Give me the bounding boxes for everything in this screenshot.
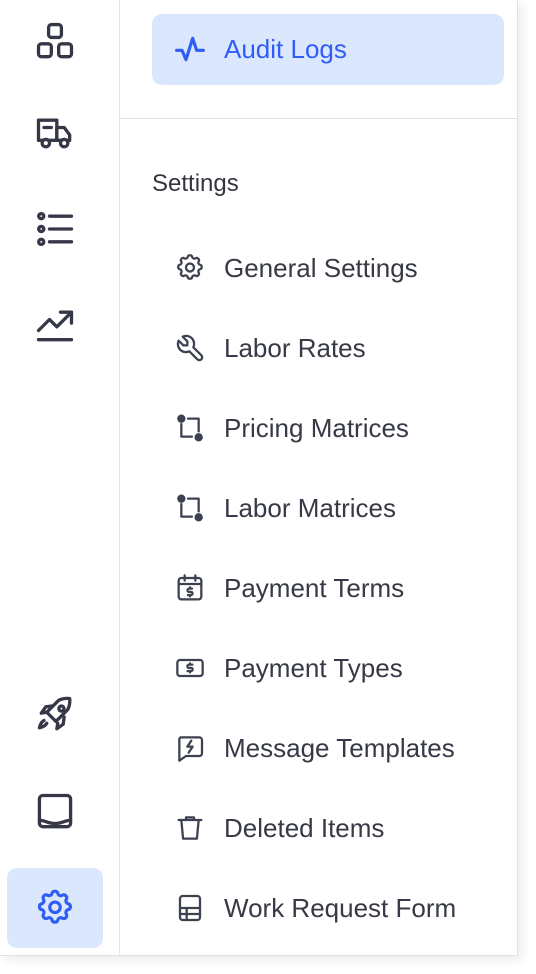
rail-apps-button[interactable] xyxy=(7,2,103,82)
apps-icon xyxy=(36,22,74,59)
nav-item-labor-matrices[interactable]: Labor Matrices xyxy=(160,480,500,536)
nav-item-label: Work Request Form xyxy=(224,893,457,923)
gear-icon xyxy=(174,252,206,284)
icon-rail xyxy=(0,0,120,955)
nav-item-payment-types[interactable]: Payment Types xyxy=(160,640,500,696)
nav-item-payment-terms[interactable]: Payment Terms xyxy=(160,560,500,616)
trending-up-icon xyxy=(36,310,74,342)
audit-logs-label: Audit Logs xyxy=(224,34,347,64)
trash-icon xyxy=(174,812,206,844)
cash-icon xyxy=(174,652,206,684)
nav-item-audit-logs[interactable]: Audit Logs xyxy=(152,14,504,85)
nav-item-labor-rates[interactable]: Labor Rates xyxy=(160,320,500,376)
form-icon xyxy=(174,892,206,924)
message-bolt-icon xyxy=(174,732,206,764)
nav-item-label: Payment Terms xyxy=(224,573,405,603)
nav-item-general-settings[interactable]: General Settings xyxy=(160,240,500,296)
rail-reports-button[interactable] xyxy=(7,285,103,365)
calendar-dollar-icon xyxy=(174,572,206,604)
divider xyxy=(120,118,517,119)
nav-item-label: Labor Rates xyxy=(224,333,366,363)
rail-list-button[interactable] xyxy=(7,189,103,269)
nav-item-label: Pricing Matrices xyxy=(224,413,409,443)
nav-item-message-templates[interactable]: Message Templates xyxy=(160,720,500,776)
rail-inbox-button[interactable] xyxy=(7,772,103,852)
wrench-icon xyxy=(174,332,206,364)
inbox-icon xyxy=(37,793,73,829)
nav-item-deleted-items[interactable]: Deleted Items xyxy=(160,800,500,856)
rail-truck-button[interactable] xyxy=(7,93,103,173)
list-icon xyxy=(37,211,74,247)
nav-item-label: Deleted Items xyxy=(224,813,385,843)
rail-settings-button[interactable] xyxy=(7,868,103,948)
nav-item-pricing-matrices[interactable]: Pricing Matrices xyxy=(160,400,500,456)
app-window: Audit Logs Settings General Settings Lab… xyxy=(0,0,518,956)
rocket-icon xyxy=(37,696,72,731)
gear-icon xyxy=(37,889,72,924)
rail-launch-button[interactable] xyxy=(7,675,103,755)
nav-item-label: Labor Matrices xyxy=(224,493,396,523)
route-icon xyxy=(174,412,206,444)
nav-item-label: Message Templates xyxy=(224,733,455,763)
nav-item-label: General Settings xyxy=(224,253,418,283)
settings-panel: Audit Logs Settings General Settings Lab… xyxy=(120,0,517,955)
nav-item-work-request-form[interactable]: Work Request Form xyxy=(160,880,500,936)
route-icon xyxy=(174,492,206,524)
nav-item-label: Payment Types xyxy=(224,653,403,683)
section-title-settings: Settings xyxy=(152,170,239,197)
truck-icon xyxy=(36,118,72,149)
activity-icon xyxy=(175,36,205,62)
